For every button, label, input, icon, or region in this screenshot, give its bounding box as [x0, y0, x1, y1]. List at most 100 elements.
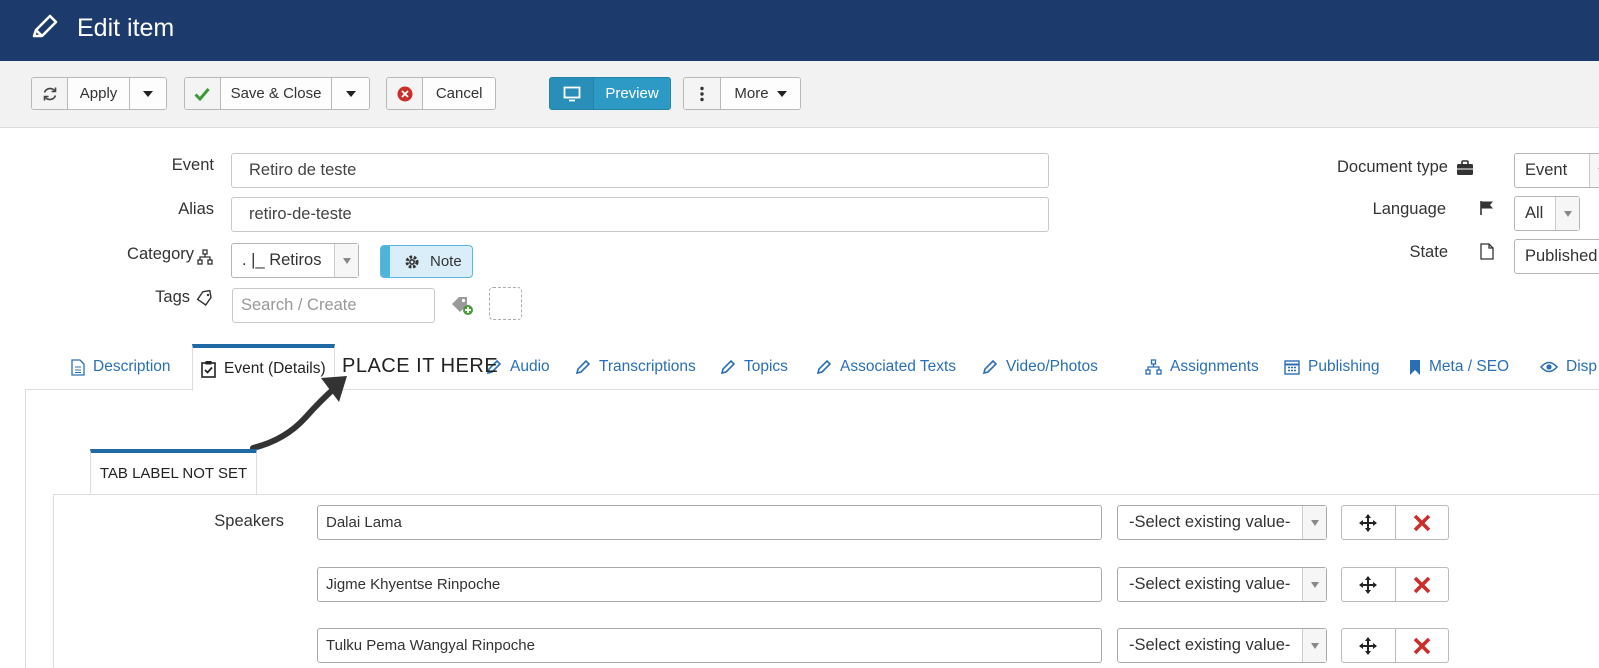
cancel-icon-segment[interactable]: [387, 78, 424, 109]
cancel-label[interactable]: Cancel: [423, 78, 495, 109]
preview-label[interactable]: Preview: [594, 78, 670, 109]
select-placeholder: -Select existing value-: [1129, 636, 1291, 654]
move-button[interactable]: [1342, 629, 1396, 662]
monitor-icon: [563, 86, 580, 101]
more-icon-segment[interactable]: [684, 78, 721, 109]
delete-button[interactable]: [1396, 629, 1449, 662]
speaker-select-3[interactable]: -Select existing value-: [1117, 628, 1327, 663]
event-label: Event: [171, 156, 214, 174]
pencil-icon: [816, 359, 832, 375]
tab-topics[interactable]: Topics: [720, 344, 788, 390]
tab-video-photos[interactable]: Video/Photos: [982, 344, 1098, 390]
cancel-button[interactable]: Cancel: [386, 77, 496, 110]
tab-label: Disp: [1566, 358, 1598, 375]
tab-label: Transcriptions: [599, 358, 696, 375]
refresh-icon: [43, 87, 57, 100]
dropdown-arrow-icon: [334, 244, 358, 277]
more-label: More: [734, 85, 769, 102]
close-icon: [1413, 514, 1431, 531]
caret-down-icon: [345, 90, 356, 97]
category-label: Category: [127, 245, 194, 263]
tab-meta-seo[interactable]: Meta / SEO: [1409, 344, 1509, 390]
speaker-select-1[interactable]: -Select existing value-: [1117, 505, 1327, 540]
tab-label-not-set[interactable]: TAB LABEL NOT SET: [90, 449, 257, 495]
tab-label: Assignments: [1170, 358, 1259, 375]
gear-icon: [405, 255, 419, 268]
tab-transcriptions[interactable]: Transcriptions: [575, 344, 696, 390]
document-type-select[interactable]: Event: [1514, 153, 1599, 188]
move-icon: [1359, 513, 1378, 532]
apply-button[interactable]: [32, 78, 69, 109]
tag-drop-zone[interactable]: [489, 287, 522, 320]
select-placeholder: -Select existing value-: [1129, 575, 1291, 593]
dropdown-arrow-icon: [1555, 197, 1579, 230]
language-value: All: [1525, 204, 1544, 222]
tab-label: Publishing: [1308, 358, 1380, 375]
tab-assignments[interactable]: Assignments: [1145, 344, 1259, 390]
tab-description[interactable]: Description: [71, 344, 171, 390]
caret-down-icon: [142, 90, 153, 97]
document-type-value: Event: [1525, 161, 1568, 179]
apply-label[interactable]: Apply: [68, 78, 130, 109]
move-icon: [1359, 636, 1378, 655]
speakers-label: Speakers: [214, 512, 284, 530]
pencil-icon: [982, 359, 998, 375]
speaker-field-3[interactable]: Tulku Pema Wangyal Rinpoche: [317, 628, 1102, 663]
select-placeholder: -Select existing value-: [1129, 513, 1291, 531]
tab-associated-texts[interactable]: Associated Texts: [816, 344, 956, 390]
save-dropdown-toggle[interactable]: [332, 78, 369, 109]
language-label: Language: [1372, 200, 1446, 218]
category-select[interactable]: . |_ Retiros: [231, 243, 359, 278]
move-icon: [1359, 575, 1378, 594]
speaker-actions-1: [1341, 505, 1449, 540]
alias-field[interactable]: retiro-de-teste: [231, 197, 1049, 232]
tab-label: Audio: [510, 358, 550, 375]
dropdown-arrow-icon: [1302, 506, 1326, 539]
tab-label: Meta / SEO: [1429, 358, 1510, 375]
more-label-segment[interactable]: More: [721, 78, 800, 109]
annotation-text: PLACE IT HERE: [342, 355, 499, 377]
delete-button[interactable]: [1396, 568, 1449, 601]
move-button[interactable]: [1342, 506, 1396, 539]
dropdown-arrow-icon: [1302, 568, 1326, 601]
language-select[interactable]: All: [1514, 196, 1580, 231]
tags-search-input[interactable]: Search / Create: [232, 288, 435, 323]
save-close-button[interactable]: [185, 78, 221, 109]
delete-button[interactable]: [1396, 506, 1449, 539]
dropdown-arrow-icon: [1589, 154, 1599, 187]
bookmark-icon: [1410, 359, 1420, 375]
speaker-actions-2: [1341, 567, 1449, 602]
tab-publishing[interactable]: Publishing: [1284, 344, 1380, 390]
note-button[interactable]: Note: [380, 245, 473, 278]
apply-dropdown-toggle[interactable]: [129, 78, 166, 109]
move-button[interactable]: [1342, 568, 1396, 601]
dropdown-arrow-icon: [1302, 629, 1326, 662]
tags-label: Tags: [155, 288, 190, 306]
speaker-select-2[interactable]: -Select existing value-: [1117, 567, 1327, 602]
close-icon: [1413, 637, 1431, 654]
eye-icon: [1540, 361, 1558, 373]
state-select[interactable]: Published: [1514, 239, 1599, 274]
add-tag-icon[interactable]: [450, 294, 474, 316]
speaker-field-2[interactable]: Jigme Khyentse Rinpoche: [317, 567, 1102, 602]
save-close-label[interactable]: Save & Close: [220, 78, 333, 109]
speaker-field-1[interactable]: Dalai Lama: [317, 505, 1102, 540]
more-button[interactable]: More: [683, 77, 801, 110]
caret-down-icon: [776, 90, 787, 97]
preview-button[interactable]: Preview: [549, 77, 671, 110]
note-label: Note: [430, 253, 462, 270]
save-close-button-group: Save & Close: [184, 77, 370, 110]
tab-display[interactable]: Disp: [1540, 344, 1597, 390]
apply-button-group: Apply: [31, 77, 167, 110]
event-title-field[interactable]: Retiro de teste: [231, 153, 1049, 188]
tab-label: Description: [93, 358, 171, 375]
note-accent: [381, 246, 390, 277]
annotation-arrow-icon: [250, 376, 347, 451]
tag-icon: [196, 290, 212, 306]
pencil-icon: [575, 359, 591, 375]
alias-label: Alias: [178, 200, 214, 218]
preview-icon-segment[interactable]: [550, 78, 594, 109]
sitemap-icon: [197, 249, 213, 265]
state-value: Published: [1525, 247, 1598, 265]
state-label: State: [1409, 243, 1448, 261]
